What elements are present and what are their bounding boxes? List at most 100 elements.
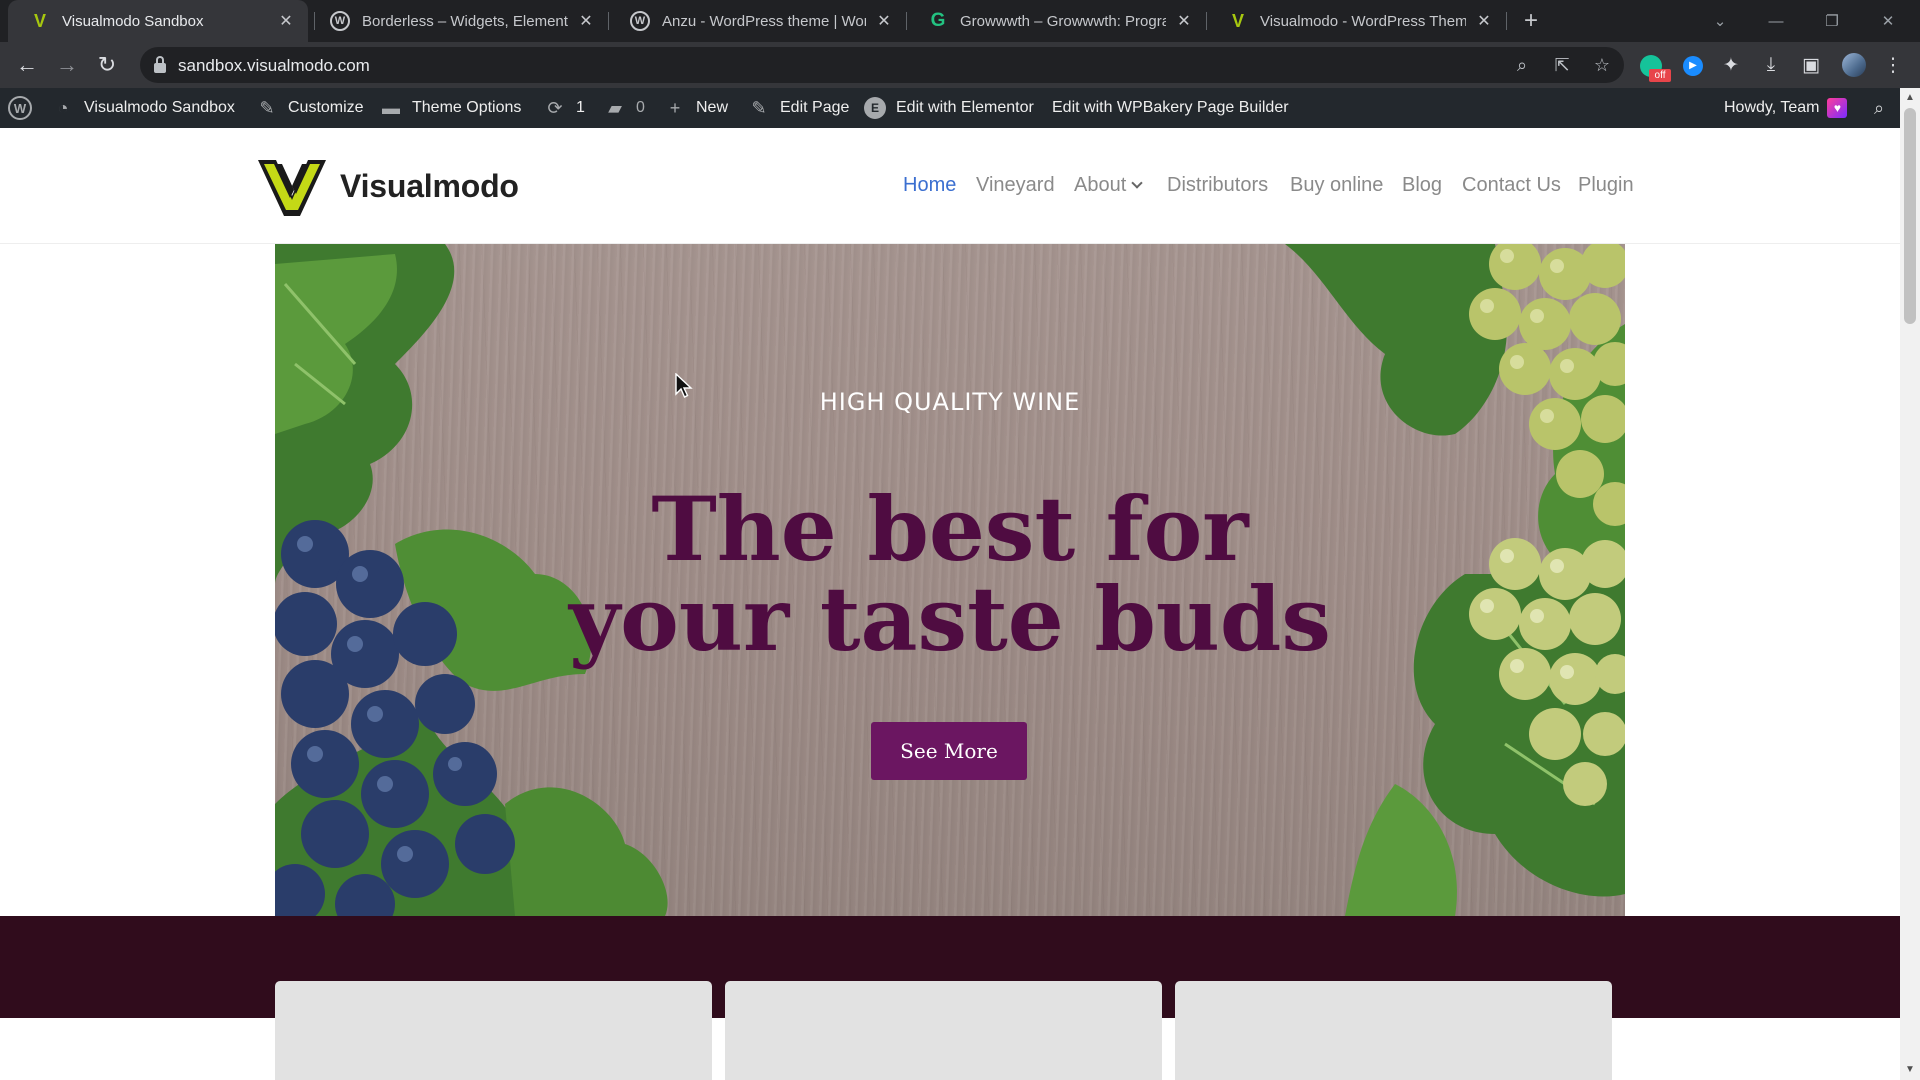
close-window-icon[interactable]: ✕ — [1860, 0, 1916, 42]
new-label: New — [696, 99, 729, 116]
close-tab-icon[interactable]: ✕ — [1474, 11, 1494, 31]
main-navigation: Home Vineyard About Distributors Buy onl… — [0, 174, 1900, 204]
feature-card-2[interactable] — [725, 981, 1162, 1080]
nav-about-label: About — [1074, 174, 1127, 196]
nav-contact-us[interactable]: Contact Us — [1462, 174, 1561, 197]
customize-label: Customize — [288, 99, 364, 116]
nav-blog[interactable]: Blog — [1402, 174, 1442, 197]
wordpress-favicon-icon: W — [330, 11, 350, 31]
blue-extension-icon[interactable]: ▶ — [1683, 56, 1703, 76]
address-bar[interactable]: sandbox.visualmodo.com ⌕ ⇱ ☆ — [140, 47, 1624, 83]
mouse-pointer-icon — [675, 373, 693, 398]
feature-card-3[interactable] — [1175, 981, 1612, 1080]
chevron-down-icon — [1131, 177, 1143, 189]
site-name-label: Visualmodo Sandbox — [84, 99, 235, 116]
admin-bar-theme-options[interactable]: ▬ Theme Options — [380, 88, 521, 128]
hero-section: HIGH QUALITY WINE The best for your tast… — [275, 244, 1625, 916]
admin-bar-edit-elementor[interactable]: E Edit with Elementor — [864, 88, 1034, 128]
forward-arrow-icon[interactable]: → — [52, 50, 82, 80]
see-more-button[interactable]: See More — [871, 722, 1027, 780]
tab-title: Visualmodo Sandbox — [62, 12, 204, 30]
wordpress-logo-icon: W — [8, 96, 32, 120]
theme-options-label: Theme Options — [412, 99, 522, 116]
tab-search-chevron-icon[interactable]: ⌄ — [1692, 0, 1748, 42]
wp-logo-menu[interactable]: W — [8, 88, 32, 128]
browser-tab-anzu[interactable]: W Anzu - WordPress theme | WordP ✕ — [608, 0, 906, 42]
hero-title: The best for your taste buds — [275, 484, 1625, 664]
restore-window-icon[interactable]: ❐ — [1804, 0, 1860, 42]
edit-elementor-label: Edit with Elementor — [896, 99, 1034, 116]
pencil-icon: ✎ — [751, 97, 767, 118]
close-tab-icon[interactable]: ✕ — [874, 11, 894, 31]
address-url[interactable]: sandbox.visualmodo.com — [178, 56, 370, 76]
side-panel-icon[interactable]: ▣ — [1796, 50, 1826, 80]
admin-bar-howdy[interactable]: Howdy, Team ♥ — [1724, 88, 1848, 128]
extensions-puzzle-icon[interactable]: ✦ — [1716, 50, 1746, 80]
close-tab-icon[interactable]: ✕ — [576, 11, 596, 31]
browser-tab-visualmodo-themes[interactable]: V Visualmodo - WordPress Themes ✕ — [1206, 0, 1506, 42]
edit-page-label: Edit Page — [780, 99, 850, 116]
visualmodo-favicon-icon: V — [33, 10, 46, 31]
wp-admin-bar: W ◔ Visualmodo Sandbox ✎ Customize ▬ The… — [0, 88, 1900, 128]
site-header: Visualmodo Home Vineyard About Distribut… — [0, 128, 1900, 244]
feature-card-1[interactable] — [275, 981, 712, 1080]
admin-bar-customize[interactable]: ✎ Customize — [256, 88, 364, 128]
nav-plugin[interactable]: Plugin — [1578, 174, 1634, 197]
admin-bar-comments[interactable]: ▰ 0 — [604, 88, 645, 128]
profile-avatar[interactable] — [1842, 53, 1866, 77]
nav-vineyard[interactable]: Vineyard — [976, 174, 1055, 197]
admin-bar-new[interactable]: + New — [664, 88, 728, 128]
hero-title-line-2: your taste buds — [569, 567, 1331, 671]
browser-tab-growwwth[interactable]: G Growwwth – Growwwth: Program ✕ — [906, 0, 1206, 42]
share-icon[interactable]: ⇱ — [1550, 53, 1574, 77]
minimize-window-icon[interactable]: — — [1748, 0, 1804, 42]
hero-title-line-1: The best for — [651, 477, 1249, 581]
comment-bubble-icon: ▰ — [608, 97, 622, 118]
page-scrollbar[interactable]: ▲ ▼ — [1900, 88, 1920, 1080]
scroll-down-arrow-icon[interactable]: ▼ — [1900, 1060, 1920, 1080]
tab-title: Anzu - WordPress theme | WordP — [662, 12, 866, 30]
edit-wpbakery-label: Edit with WPBakery Page Builder — [1052, 99, 1289, 116]
nav-about[interactable]: About — [1074, 174, 1143, 197]
admin-bar-edit-page[interactable]: ✎ Edit Page — [748, 88, 849, 128]
dashboard-gauge-icon: ◔ — [57, 97, 69, 118]
tab-title: Visualmodo - WordPress Themes — [1260, 12, 1466, 30]
admin-bar-updates[interactable]: ⟳ 1 — [544, 88, 584, 128]
comments-count: 0 — [636, 99, 645, 116]
scrollbar-thumb[interactable] — [1904, 108, 1916, 324]
admin-bar-edit-wpbakery[interactable]: Edit with WPBakery Page Builder — [1052, 88, 1289, 128]
new-tab-plus-icon[interactable]: + — [1516, 6, 1546, 36]
folder-icon: ▬ — [382, 97, 400, 118]
paintbrush-icon: ✎ — [259, 97, 275, 118]
admin-bar-search[interactable]: ⌕ — [1868, 88, 1900, 128]
wordpress-favicon-icon: W — [630, 11, 650, 31]
close-tab-icon[interactable]: ✕ — [1174, 11, 1194, 31]
zoom-magnifier-icon[interactable]: ⌕ — [1510, 53, 1534, 77]
elementor-icon: E — [864, 97, 886, 119]
browser-tab-strip: V Visualmodo Sandbox ✕ W Borderless – Wi… — [0, 0, 1920, 42]
bookmark-star-icon[interactable]: ☆ — [1590, 53, 1614, 77]
browser-menu-kebab-icon[interactable]: ⋮ — [1878, 50, 1908, 80]
browser-tab-borderless[interactable]: W Borderless – Widgets, Elements, T ✕ — [308, 0, 608, 42]
back-arrow-icon[interactable]: ← — [12, 50, 42, 80]
nav-home[interactable]: Home — [903, 174, 956, 197]
admin-bar-site-name[interactable]: ◔ Visualmodo Sandbox — [52, 88, 235, 128]
nav-distributors[interactable]: Distributors — [1167, 174, 1268, 197]
browser-tab-visualmodo-sandbox[interactable]: V Visualmodo Sandbox ✕ — [8, 0, 308, 42]
close-tab-icon[interactable]: ✕ — [276, 11, 296, 31]
download-icon[interactable]: ⤓ — [1756, 50, 1786, 80]
growwwth-favicon-icon: G — [930, 10, 946, 31]
tab-title: Borderless – Widgets, Elements, T — [362, 12, 568, 30]
updates-refresh-icon: ⟳ — [547, 97, 563, 118]
scroll-up-arrow-icon[interactable]: ▲ — [1900, 88, 1920, 108]
extension-off-badge: off — [1649, 69, 1671, 82]
reload-icon[interactable]: ↻ — [92, 50, 122, 80]
lock-icon[interactable] — [154, 56, 166, 74]
nav-buy-online[interactable]: Buy online — [1290, 174, 1383, 197]
plus-icon: + — [669, 97, 681, 118]
howdy-label: Howdy, Team — [1724, 99, 1820, 116]
hero-content: HIGH QUALITY WINE The best for your tast… — [275, 244, 1625, 916]
browser-toolbar: ← → ↻ sandbox.visualmodo.com ⌕ ⇱ ☆ off ▶… — [0, 42, 1920, 88]
search-icon: ⌕ — [1873, 97, 1885, 118]
visualmodo-favicon-icon: V — [1231, 10, 1244, 31]
